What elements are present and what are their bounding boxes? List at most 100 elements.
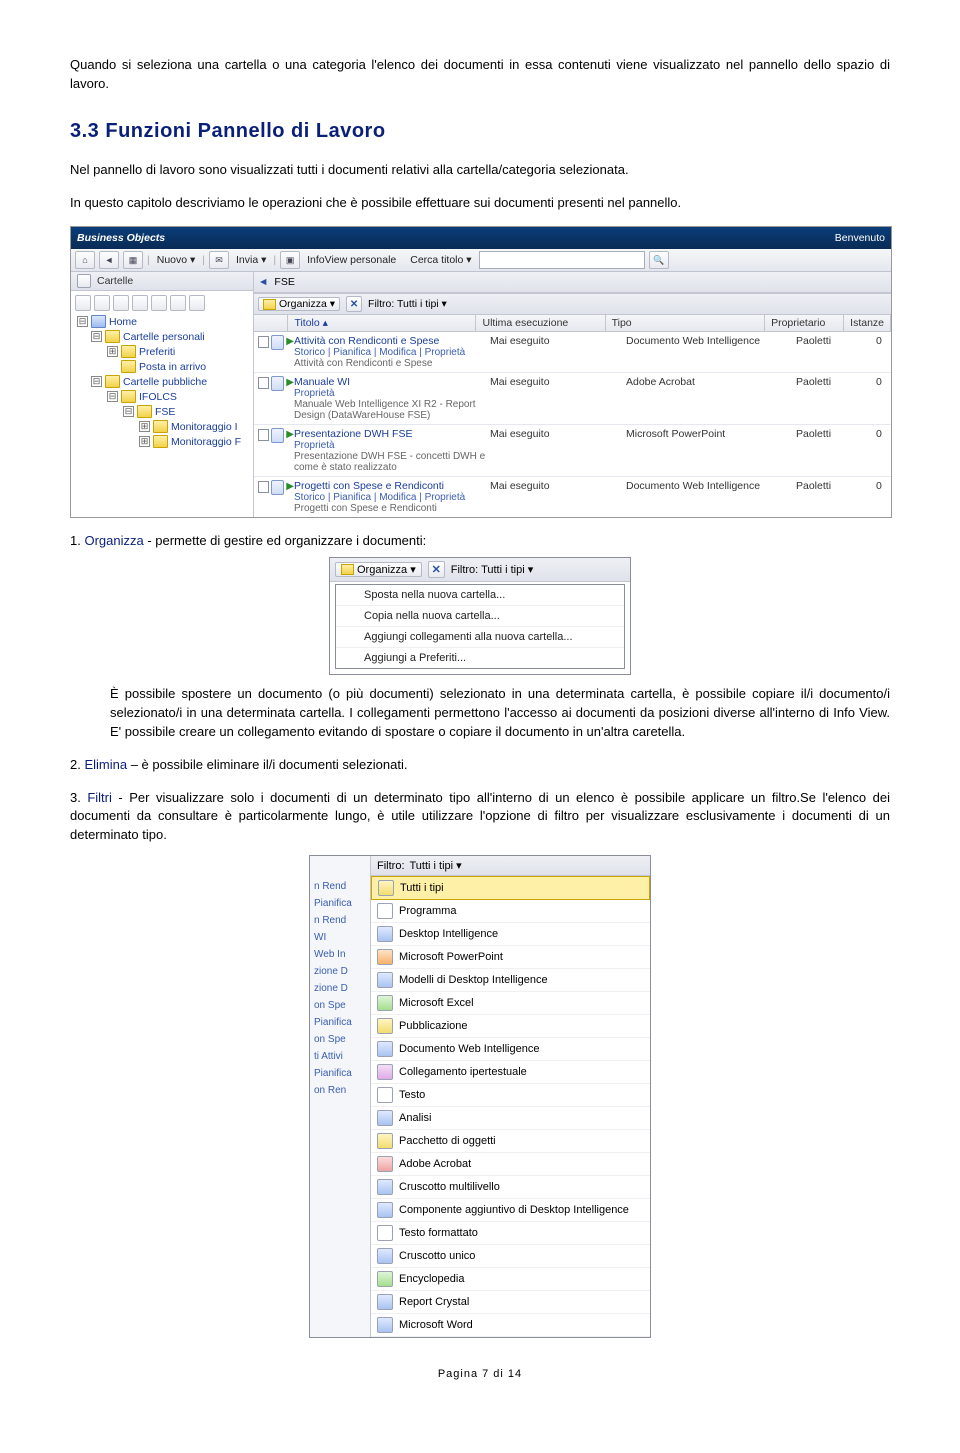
filter-option[interactable]: Pacchetto di oggetti <box>371 1130 650 1153</box>
tree-tool-icon[interactable] <box>75 295 91 311</box>
row-checkbox[interactable] <box>258 481 269 493</box>
filter-option[interactable]: Microsoft Excel <box>371 992 650 1015</box>
filter-option[interactable]: Report Crystal <box>371 1291 650 1314</box>
search-input[interactable] <box>479 251 645 269</box>
delete-icon[interactable]: ✕ <box>428 561 445 578</box>
expand-icon[interactable]: ⊟ <box>91 331 102 342</box>
filter-label[interactable]: Filtro: Tutti i tipi ▾ <box>451 563 534 576</box>
tree-node[interactable]: ⊟Cartelle personali <box>73 329 251 344</box>
menu-item[interactable]: Aggiungi collegamenti alla nuova cartell… <box>336 627 624 648</box>
filter-option[interactable]: Tutti i tipi <box>371 876 650 900</box>
run-icon[interactable]: ▶ <box>286 429 294 440</box>
delete-icon[interactable]: ✕ <box>346 296 362 312</box>
search-icon[interactable]: 🔍 <box>649 251 669 269</box>
col-check[interactable] <box>254 315 288 331</box>
filter-option[interactable]: Testo formattato <box>371 1222 650 1245</box>
filter-option[interactable]: Analisi <box>371 1107 650 1130</box>
filter-option[interactable]: Documento Web Intelligence <box>371 1038 650 1061</box>
col-lastrun[interactable]: Ultima esecuzione <box>476 315 605 331</box>
expand-icon[interactable]: ⊟ <box>91 376 102 387</box>
menu-item[interactable]: Aggiungi a Preferiti... <box>336 648 624 668</box>
tree-tool-icon[interactable] <box>94 295 110 311</box>
tree-node[interactable]: ⊟FSE <box>73 404 251 419</box>
doc-links[interactable]: Storico | Pianifica | Modifica | Proprie… <box>294 347 490 358</box>
tree-node[interactable]: ⊞Monitoraggio F <box>73 434 251 449</box>
filetype-icon <box>377 995 393 1011</box>
tree-tool-icon[interactable] <box>189 295 205 311</box>
doc-title[interactable]: Attività con Rendiconti e Spese <box>294 335 490 347</box>
filter-option[interactable]: Programma <box>371 900 650 923</box>
row-checkbox[interactable] <box>258 336 269 348</box>
filter-option[interactable]: Pubblicazione <box>371 1015 650 1038</box>
tree-tool-icon[interactable] <box>151 295 167 311</box>
expand-icon[interactable]: ⊞ <box>139 421 150 432</box>
expand-icon[interactable]: ⊞ <box>107 346 118 357</box>
expand-icon[interactable]: ⊟ <box>123 406 134 417</box>
toolbar-sep: | <box>273 254 276 266</box>
tree-tool-icon[interactable] <box>113 295 129 311</box>
col-owner[interactable]: Proprietario <box>765 315 844 331</box>
filter-option[interactable]: Microsoft PowerPoint <box>371 946 650 969</box>
table-row[interactable]: ▶Attività con Rendiconti e SpeseStorico … <box>254 332 891 373</box>
doc-title[interactable]: Presentazione DWH FSE <box>294 428 490 440</box>
doc-links[interactable]: Storico | Pianifica | Modifica | Proprie… <box>294 492 490 503</box>
back-icon[interactable]: ◄ <box>99 251 119 269</box>
menu-item[interactable]: Sposta nella nuova cartella... <box>336 585 624 606</box>
tree-node[interactable]: ⊞Monitoraggio I <box>73 419 251 434</box>
tree-node[interactable]: ⊞ Preferiti <box>73 344 251 359</box>
organize-button[interactable]: Organizza ▾ <box>258 297 340 311</box>
send-icon[interactable]: ✉ <box>209 251 229 269</box>
tree-node[interactable]: ⊟IFOLCS <box>73 389 251 404</box>
dash-icon[interactable]: ▣ <box>280 251 300 269</box>
home-icon[interactable]: ⌂ <box>75 251 95 269</box>
tree-tool-icon[interactable] <box>132 295 148 311</box>
doc-links[interactable]: Proprietà <box>294 440 490 451</box>
table-row[interactable]: ▶Progetti con Spese e RendicontiStorico … <box>254 477 891 517</box>
tree-tool-icon[interactable] <box>170 295 186 311</box>
col-instances[interactable]: Istanze <box>844 315 891 331</box>
run-icon[interactable]: ▶ <box>286 377 294 388</box>
filter-option[interactable]: Cruscotto unico <box>371 1245 650 1268</box>
menu-item[interactable]: Copia nella nuova cartella... <box>336 606 624 627</box>
cell-owner: Paoletti <box>796 376 876 421</box>
table-row[interactable]: ▶Manuale WIProprietàManuale Web Intellig… <box>254 373 891 425</box>
filter-option[interactable]: Adobe Acrobat <box>371 1153 650 1176</box>
expand-icon[interactable]: ⊟ <box>107 391 118 402</box>
filter-option[interactable]: Microsoft Word <box>371 1314 650 1337</box>
filter-option[interactable]: Componente aggiuntivo di Desktop Intelli… <box>371 1199 650 1222</box>
filetype-icon <box>377 1110 393 1126</box>
grid-icon[interactable]: ▦ <box>123 251 143 269</box>
doc-title[interactable]: Manuale WI <box>294 376 490 388</box>
left-strip-text: Pianifica <box>310 1014 370 1031</box>
run-icon[interactable]: ▶ <box>286 336 294 347</box>
filter-label[interactable]: Filtro: Tutti i tipi ▾ <box>368 298 447 310</box>
tree-node[interactable]: Posta in arrivo <box>73 359 251 374</box>
tree-node[interactable]: ⊟Home <box>73 314 251 329</box>
filter-option[interactable]: Encyclopedia <box>371 1268 650 1291</box>
row-checkbox[interactable] <box>258 429 269 441</box>
doc-links[interactable]: Proprietà <box>294 388 490 399</box>
tree-node-label: Preferiti <box>139 346 175 358</box>
filter-option[interactable]: Modelli di Desktop Intelligence <box>371 969 650 992</box>
organize-button[interactable]: Organizza ▾ <box>335 562 422 577</box>
filter-option[interactable]: Desktop Intelligence <box>371 923 650 946</box>
filter-value[interactable]: Tutti i tipi ▾ <box>410 859 462 872</box>
filter-option[interactable]: Cruscotto multilivello <box>371 1176 650 1199</box>
filter-option[interactable]: Collegamento ipertestuale <box>371 1061 650 1084</box>
filter-option[interactable]: Testo <box>371 1084 650 1107</box>
tree-tab-icon[interactable] <box>77 274 91 288</box>
run-icon[interactable]: ▶ <box>286 481 294 492</box>
infoview-button[interactable]: InfoView personale <box>304 254 399 266</box>
table-row[interactable]: ▶Presentazione DWH FSEProprietàPresentaz… <box>254 425 891 477</box>
col-type[interactable]: Tipo <box>606 315 765 331</box>
col-title[interactable]: Titolo ▴ <box>288 315 476 331</box>
row-checkbox[interactable] <box>258 377 269 389</box>
filetype-icon <box>377 1041 393 1057</box>
tree-node[interactable]: ⊟Cartelle pubbliche <box>73 374 251 389</box>
send-button[interactable]: Invia ▾ <box>233 254 269 266</box>
expand-icon[interactable]: ⊞ <box>139 436 150 447</box>
new-button[interactable]: Nuovo ▾ <box>154 254 199 266</box>
doc-title[interactable]: Progetti con Spese e Rendiconti <box>294 480 490 492</box>
expand-icon[interactable]: ⊟ <box>77 316 88 327</box>
nav-back-icon[interactable]: ◄ <box>258 276 268 288</box>
